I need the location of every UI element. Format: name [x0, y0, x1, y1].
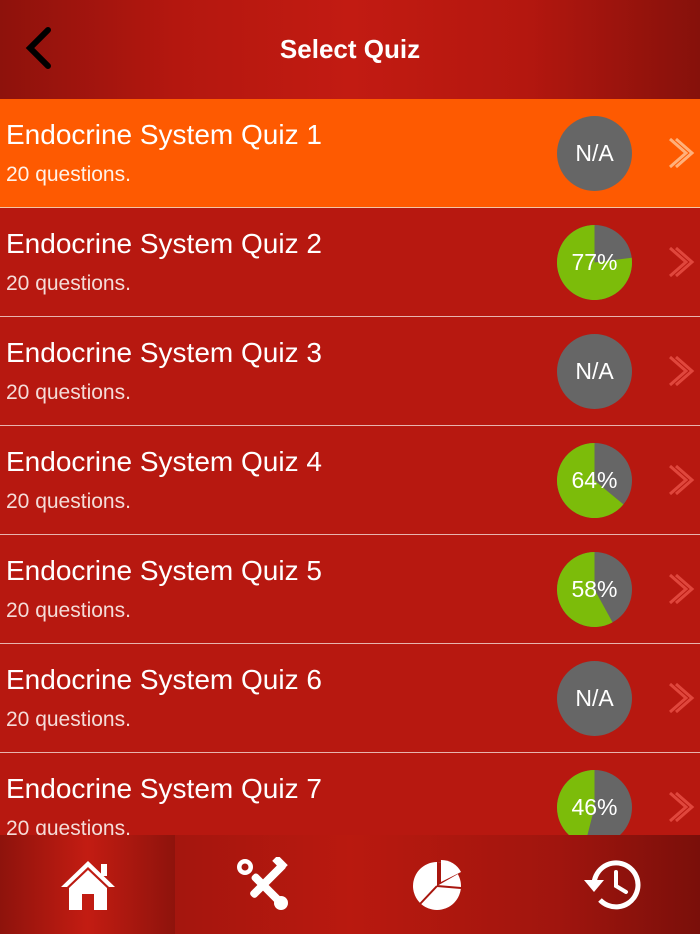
- chevron-right-icon: [666, 355, 696, 387]
- score-badge: 77%: [557, 225, 632, 300]
- question-count: 20 questions.: [6, 163, 131, 186]
- score-badge: 64%: [557, 443, 632, 518]
- tools-icon: [236, 856, 288, 910]
- tab-tools[interactable]: [175, 835, 350, 934]
- score-label: 77%: [571, 249, 618, 275]
- question-count: 20 questions.: [6, 490, 131, 513]
- quiz-name: Endocrine System Quiz 1: [6, 119, 322, 150]
- tab-history[interactable]: [525, 835, 700, 934]
- quiz-row-4[interactable]: Endocrine System Quiz 4 20 questions. 64…: [0, 426, 700, 535]
- tab-statistics[interactable]: [350, 835, 525, 934]
- quiz-name: Endocrine System Quiz 7: [6, 773, 322, 804]
- quiz-name: Endocrine System Quiz 3: [6, 337, 322, 368]
- chevron-right-icon: [666, 682, 696, 714]
- quiz-row-3[interactable]: Endocrine System Quiz 3 20 questions. N/…: [0, 317, 700, 426]
- pie-chart-icon: [412, 859, 461, 910]
- tab-bar: [0, 835, 700, 934]
- quiz-row-2[interactable]: Endocrine System Quiz 2 20 questions. 77…: [0, 208, 700, 317]
- score-label: 64%: [571, 467, 618, 493]
- header-bar: Select Quiz: [0, 0, 700, 99]
- question-count: 20 questions.: [6, 708, 131, 731]
- chevron-right-icon: [666, 573, 696, 605]
- history-icon: [583, 859, 640, 909]
- question-count: 20 questions.: [6, 599, 131, 622]
- quiz-row-6[interactable]: Endocrine System Quiz 6 20 questions. N/…: [0, 644, 700, 753]
- score-label: 58%: [571, 576, 618, 602]
- quiz-name: Endocrine System Quiz 6: [6, 664, 322, 695]
- score-badge: 46%: [557, 770, 632, 835]
- home-icon: [60, 860, 115, 910]
- score-label: N/A: [575, 140, 614, 166]
- score-label: N/A: [575, 685, 614, 711]
- question-count: 20 questions.: [6, 817, 131, 835]
- quiz-name: Endocrine System Quiz 4: [6, 446, 322, 477]
- question-count: 20 questions.: [6, 381, 131, 404]
- quiz-row-1[interactable]: Endocrine System Quiz 1 20 questions. N/…: [0, 99, 700, 208]
- chevron-right-icon: [666, 464, 696, 496]
- chevron-right-icon: [666, 246, 696, 278]
- score-badge: N/A: [557, 661, 632, 736]
- score-label: N/A: [575, 358, 614, 384]
- chevron-right-icon: [666, 791, 696, 823]
- quiz-name: Endocrine System Quiz 2: [6, 228, 322, 259]
- page-title: Select Quiz: [279, 34, 421, 64]
- quiz-name: Endocrine System Quiz 5: [6, 555, 322, 586]
- quiz-row-7[interactable]: Endocrine System Quiz 7 20 questions. 46…: [0, 753, 700, 835]
- quiz-row-5[interactable]: Endocrine System Quiz 5 20 questions. 58…: [0, 535, 700, 644]
- score-badge: 58%: [557, 552, 632, 627]
- chevron-right-icon: [666, 137, 696, 169]
- score-badge: N/A: [557, 116, 632, 191]
- score-badge: N/A: [557, 334, 632, 409]
- quiz-list[interactable]: Endocrine System Quiz 1 20 questions. N/…: [0, 99, 700, 835]
- tab-home[interactable]: [0, 835, 175, 934]
- score-label: 46%: [571, 794, 618, 820]
- question-count: 20 questions.: [6, 272, 131, 295]
